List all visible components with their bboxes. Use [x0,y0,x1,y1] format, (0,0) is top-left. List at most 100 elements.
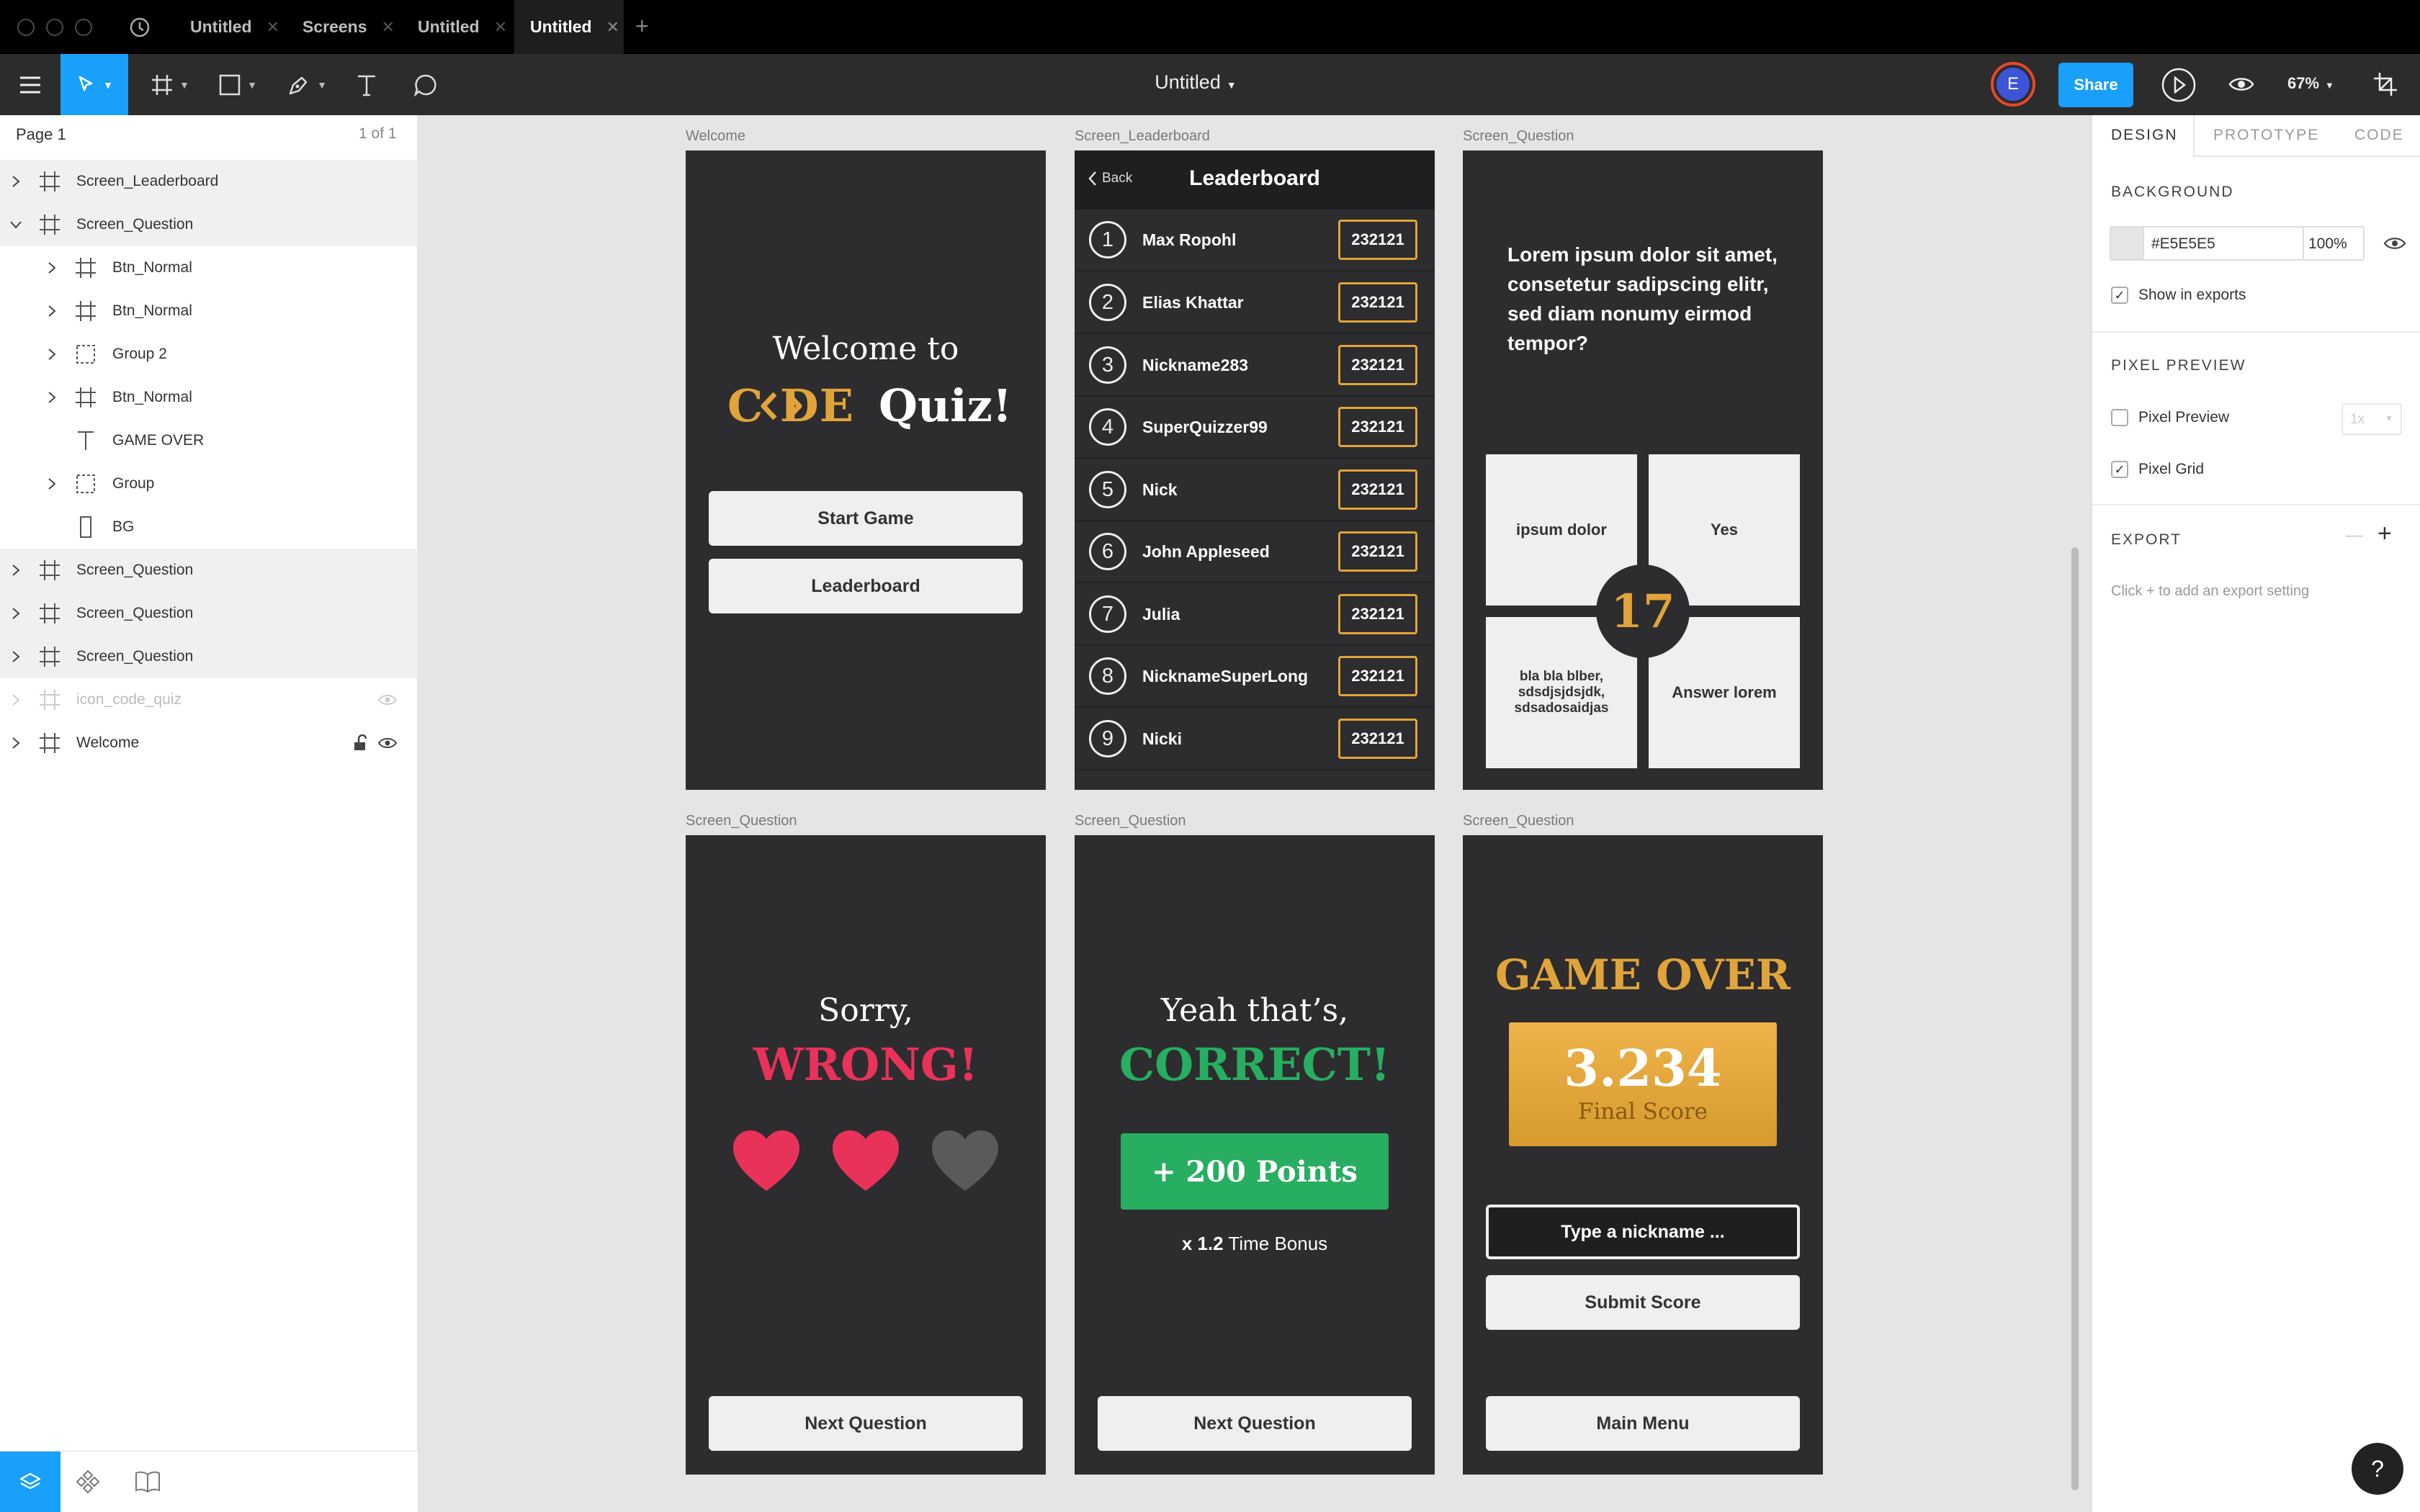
tab-4-active[interactable]: Untitled ✕ [514,0,624,54]
frame-welcome[interactable]: Welcome to C DE Quiz! Start Game Leaderb… [686,150,1046,790]
show-in-exports-checkbox[interactable]: ✓ [2111,287,2128,304]
layer-group[interactable]: Group [0,462,418,505]
layer-group-2[interactable]: Group 2 [0,333,418,376]
layer-welcome[interactable]: Welcome [0,721,418,765]
pen-tool-button[interactable]: ▼ [278,54,336,115]
layer-bg[interactable]: BG [0,505,418,549]
frame-icon [40,647,60,667]
frame-wrong[interactable]: Sorry, WRONG! Next Question [686,835,1046,1475]
file-title-menu[interactable]: Untitled ▼ [1124,71,1268,94]
submit-score-button[interactable]: Submit Score [1486,1275,1800,1330]
chevron-down-icon[interactable] [9,217,23,232]
rectangle-icon [80,516,91,538]
layer-screen-question[interactable]: Screen_Question [0,635,418,678]
chevron-right-icon[interactable] [45,477,59,491]
layer-screen-leaderboard[interactable]: Screen_Leaderboard [0,160,418,203]
frame-label-leaderboard[interactable]: Screen_Leaderboard [1075,128,1210,145]
next-question-button[interactable]: Next Question [709,1396,1023,1451]
move-tool-button[interactable]: ▼ [60,54,128,115]
canvas-vertical-scrollbar[interactable] [2071,547,2079,1490]
visible-eye-icon[interactable] [377,736,398,750]
start-game-button[interactable]: Start Game [709,491,1023,546]
close-icon[interactable]: ✕ [494,18,507,37]
team-library-tab-button[interactable] [134,1470,161,1493]
color-swatch[interactable] [2111,228,2144,259]
user-avatar[interactable]: E [1991,62,2035,107]
layer-btn-normal[interactable]: Btn_Normal [0,246,418,289]
frame-label-correct[interactable]: Screen_Question [1075,813,1186,829]
chevron-down-icon: ▼ [317,78,327,91]
tab-prototype[interactable]: PROTOTYPE [2213,115,2319,156]
comment-tool-button[interactable] [408,54,444,115]
hamburger-menu-icon[interactable] [0,54,60,115]
layer-btn-normal[interactable]: Btn_Normal [0,289,418,333]
new-tab-plus-icon[interactable]: + [635,13,649,40]
layer-game-over-text[interactable]: GAME OVER [0,419,418,462]
chevron-right-icon[interactable] [45,347,59,361]
inspector-panel: DESIGN PROTOTYPE CODE BACKGROUND #E5E5E5… [2092,115,2420,1512]
welcome-heading: Welcome to [772,330,959,367]
maximize-window-button[interactable] [75,19,92,36]
chevron-right-icon[interactable] [45,261,59,275]
layer-screen-question[interactable]: Screen_Question [0,592,418,635]
remove-export-icon[interactable]: — [2346,526,2363,546]
layer-icon-code-quiz-hidden[interactable]: icon_code_quiz [0,678,418,721]
chevron-right-icon[interactable] [9,606,23,621]
opacity-field[interactable]: 100% [2308,235,2347,253]
pixel-preview-checkbox[interactable] [2111,409,2128,426]
lives-hearts [686,1123,1046,1202]
left-panel-bottom-bar [0,1451,418,1512]
pixel-grid-checkbox[interactable]: ✓ [2111,461,2128,478]
visible-eye-icon[interactable] [2383,235,2406,252]
frame-game-over[interactable]: GAME OVER 3.234 Final Score Type a nickn… [1463,835,1823,1475]
chevron-right-icon[interactable] [9,649,23,664]
chevron-right-icon[interactable] [9,563,23,577]
help-button[interactable]: ? [2352,1443,2403,1495]
frame-label-gameover[interactable]: Screen_Question [1463,813,1574,829]
leaderboard-row: 4 SuperQuizzer99 232121 [1075,397,1435,459]
fullscreen-icon[interactable] [2372,71,2398,97]
layer-screen-question-expanded[interactable]: Screen_Question [0,203,418,246]
recent-files-icon[interactable] [128,16,151,39]
shape-tool-button[interactable]: ▼ [209,54,266,115]
chevron-right-icon[interactable] [45,304,59,318]
frame-label-wrong[interactable]: Screen_Question [686,813,797,829]
main-menu-button[interactable]: Main Menu [1486,1396,1800,1451]
components-tab-button[interactable] [75,1469,101,1495]
pixel-scale-select[interactable]: 1x ▼ [2341,403,2402,435]
unlock-icon[interactable] [353,734,369,752]
present-play-icon[interactable] [2161,67,2197,103]
chevron-right-icon[interactable] [9,693,23,707]
background-color-field[interactable]: #E5E5E5 100% [2110,226,2365,261]
view-eye-icon[interactable] [2228,74,2254,94]
text-tool-button[interactable] [349,54,385,115]
frame-label-question[interactable]: Screen_Question [1463,128,1574,145]
tab-3[interactable]: Untitled ✕ [393,0,532,54]
frame-leaderboard[interactable]: Back Leaderboard 1 Max Ropohl 232121 2 Elia… [1075,150,1435,790]
leaderboard-button[interactable]: Leaderboard [709,559,1023,613]
layers-tab-button[interactable] [0,1452,60,1512]
tab-code[interactable]: CODE [2354,115,2404,156]
zoom-dropdown[interactable]: 67% ▼ [2287,74,2334,93]
add-export-plus-icon[interactable]: + [2378,520,2392,548]
layer-btn-normal[interactable]: Btn_Normal [0,376,418,419]
share-button[interactable]: Share [2058,63,2133,107]
frame-correct[interactable]: Yeah that’s, CORRECT! + 200 Points x 1.2… [1075,835,1435,1475]
hidden-eye-icon[interactable] [377,693,398,707]
frame-tool-button[interactable]: ▼ [141,54,199,115]
tab-design[interactable]: DESIGN [2111,115,2178,156]
chevron-right-icon[interactable] [45,390,59,405]
frame-question[interactable]: Lorem ipsum dolor sit amet, consetetur s… [1463,150,1823,790]
minimize-window-button[interactable] [46,19,63,36]
nickname-input[interactable]: Type a nickname ... [1486,1205,1800,1259]
points-badge: + 200 Points [1121,1133,1389,1210]
next-question-button[interactable]: Next Question [1098,1396,1412,1451]
chevron-right-icon[interactable] [9,736,23,750]
question-text: Lorem ipsum dolor sit amet, consetetur s… [1507,243,1778,354]
layer-screen-question[interactable]: Screen_Question [0,549,418,592]
frame-label-welcome[interactable]: Welcome [686,128,745,145]
page-name[interactable]: Page 1 [16,125,66,144]
close-window-button[interactable] [17,19,35,36]
chevron-right-icon[interactable] [9,174,23,189]
close-icon[interactable]: ✕ [606,18,619,37]
